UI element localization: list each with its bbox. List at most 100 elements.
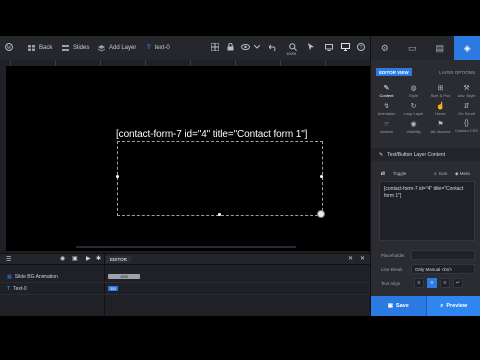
layers-list-icon[interactable]: ☰ <box>6 256 11 263</box>
section-title: Text/Button Layer Content <box>387 151 446 158</box>
option-hover[interactable]: ☝ Hover <box>427 102 454 116</box>
row-label-text: Slide BG Animation <box>14 273 58 280</box>
tab-icon-label: Icon <box>438 171 448 176</box>
resize-handle[interactable] <box>320 175 323 178</box>
grid-icon[interactable] <box>210 42 220 52</box>
chevron-down-icon[interactable] <box>252 42 262 52</box>
responsive-icon[interactable] <box>324 42 334 52</box>
option-on-scroll[interactable]: ⇵ On Scroll <box>453 102 480 116</box>
line-break-row: Line Break Only Manual <br/> <box>371 264 480 276</box>
tag-icon: ◆ <box>455 171 459 176</box>
save-label: Save <box>395 303 409 309</box>
preview-button[interactable]: ⌕ Preview <box>426 296 480 316</box>
play-icon[interactable]: ▶ <box>86 255 91 262</box>
canvas-scrollbar[interactable] <box>76 246 296 248</box>
actions-icon: ☞ <box>383 121 390 128</box>
align-left-icon[interactable]: ≡ <box>414 278 424 288</box>
align-right-icon[interactable]: ≡ <box>440 278 450 288</box>
resize-handle[interactable] <box>218 213 221 216</box>
tab-toggle[interactable]: Toggle <box>393 171 406 176</box>
gear-icon[interactable]: ⚙ <box>371 36 399 60</box>
undo-icon[interactable] <box>268 42 278 52</box>
text-align-label: Text Align <box>381 281 401 286</box>
editor-view-badge[interactable]: EDITOR VIEW <box>376 68 412 76</box>
slide-canvas[interactable]: [contact-form-7 id="4" title="Contact fo… <box>6 66 370 251</box>
option-label: Size & Pos <box>430 93 451 98</box>
current-layer-name: text-0 <box>154 45 170 51</box>
slides-button[interactable]: Slides <box>62 36 89 60</box>
desktop-icon[interactable] <box>340 42 350 52</box>
content-subtabs: ıll Toggle ☺ Icon ◆ Meta <box>371 169 480 179</box>
option-access[interactable]: ⚑ Att./Access <box>427 120 454 134</box>
option-label: Visibility <box>406 129 421 134</box>
option-size-pos[interactable]: ⊞ Size & Pos <box>427 84 454 98</box>
close-icon[interactable]: ✕ <box>360 255 365 262</box>
line-break-select[interactable]: Only Manual <br/> <box>411 264 475 274</box>
animation-icon: ↯ <box>383 103 390 110</box>
layer-options-title: LAYER OPTIONS <box>439 70 475 75</box>
text-layer-content[interactable]: [contact-form-7 id="4" title="Contact fo… <box>116 129 307 140</box>
layers-icon[interactable]: ◈ <box>453 36 480 60</box>
tab-icon[interactable]: ☺ Icon <box>433 171 447 176</box>
option-visibility[interactable]: ◉ Visibility <box>400 120 427 134</box>
slider-editor: W Back Slides Add Layer T text-0 100% ? … <box>0 36 480 316</box>
eye-icon[interactable] <box>240 42 250 52</box>
layers-icon <box>98 44 105 52</box>
align-center-icon[interactable]: ≡ <box>427 278 437 288</box>
content-section-header[interactable]: ✎ Text/Button Layer Content <box>371 148 480 161</box>
resize-handle[interactable] <box>116 175 119 178</box>
save-button[interactable]: ▣ Save <box>371 296 427 316</box>
option-content[interactable]: ✎ Content <box>373 84 400 98</box>
tab-meta-label: Meta <box>459 171 470 176</box>
back-icon <box>28 45 35 51</box>
smile-icon: ☺ <box>433 171 438 176</box>
add-layer-button[interactable]: Add Layer <box>98 36 136 60</box>
slides-icon <box>62 45 69 51</box>
slide-icon[interactable]: ▤ <box>426 36 454 60</box>
cursor-icon[interactable] <box>306 42 316 52</box>
option-label: Custom CSS <box>454 128 479 133</box>
lock-icon[interactable]: ▣ <box>72 255 78 262</box>
gear-icon[interactable]: ✱ <box>96 255 101 262</box>
help-icon[interactable]: ? <box>356 42 366 52</box>
tab-editor[interactable]: EDITOR <box>106 256 131 263</box>
layer-selection-box[interactable] <box>117 141 323 216</box>
timeline-bar[interactable]: 1000 <box>108 274 140 279</box>
option-loop[interactable]: ↻ Loop Layer <box>400 102 427 116</box>
option-label: Style <box>409 93 418 98</box>
adv-style-icon: ⚒ <box>463 85 470 92</box>
html-icon[interactable]: ıll <box>381 171 385 176</box>
timeline-bar[interactable]: 300 <box>108 286 118 291</box>
eye-icon[interactable]: ◉ <box>60 255 65 262</box>
timeline-row[interactable]: ▦ Slide BG Animation 1000 <box>0 271 370 283</box>
wordpress-icon[interactable]: W <box>4 42 14 52</box>
hover-icon: ☝ <box>436 103 445 110</box>
option-actions[interactable]: ☞ Actions <box>373 120 400 134</box>
back-button[interactable]: Back <box>28 36 52 60</box>
option-animation[interactable]: ↯ Animation <box>373 102 400 116</box>
loop-icon: ↻ <box>410 103 417 110</box>
timeline-row[interactable]: T Text-0 300 <box>0 283 370 295</box>
option-custom-css[interactable]: {} Custom CSS <box>453 120 480 133</box>
current-layer-selector[interactable]: T text-0 <box>147 36 170 60</box>
align-inherit-icon[interactable]: ↵ <box>453 278 463 288</box>
placeholder-row: Placeholder <box>371 250 480 262</box>
placeholder-field[interactable] <box>411 250 475 260</box>
image-icon: ▦ <box>7 273 12 280</box>
option-label: On Scroll <box>458 111 475 116</box>
close-icon[interactable]: ✕ <box>348 255 353 262</box>
access-icon: ⚑ <box>437 121 444 128</box>
slide-settings-icon[interactable]: ▭ <box>399 36 427 60</box>
tab-meta[interactable]: ◆ Meta <box>455 171 470 177</box>
option-style[interactable]: ◍ Style <box>400 84 427 98</box>
timeline-header: ☰ ◉ ▣ ▶ ✱ EDITOR ✕ ✕ <box>0 254 370 265</box>
row-label-text: Text-0 <box>13 285 27 292</box>
lock-icon[interactable] <box>225 42 235 52</box>
corner-resize-handle[interactable] <box>317 210 325 218</box>
option-label: Att./Access <box>430 129 451 134</box>
option-label: Actions <box>379 129 394 134</box>
layer-content-textarea[interactable]: [contact-form-7 id="4" title="Contact fo… <box>379 181 475 241</box>
timeline-panel: ☰ ◉ ▣ ▶ ✱ EDITOR ✕ ✕ ▦ Slide BG Animatio… <box>0 253 370 316</box>
option-adv-style[interactable]: ⚒ Adv. Style <box>453 84 480 98</box>
layer-options-panel: ⚙ ▭ ▤ ◈ EDITOR VIEW LAYER OPTIONS ✎ Conte… <box>370 36 480 316</box>
